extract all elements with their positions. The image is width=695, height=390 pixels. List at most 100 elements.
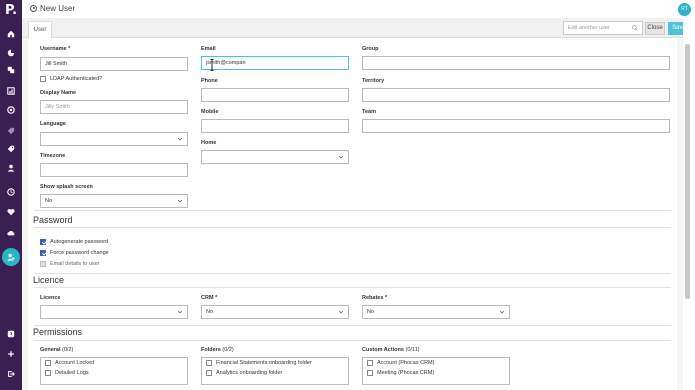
- rebates-value: No: [367, 309, 375, 315]
- group-label: Group: [362, 46, 379, 52]
- username-label: Username *: [40, 46, 71, 52]
- force-password-change-row[interactable]: Force password change: [40, 250, 109, 256]
- divider: [34, 325, 671, 326]
- autogenerate-password-checkbox[interactable]: [40, 239, 46, 245]
- general-permissions-list: Account Locked Detailed Logs: [40, 357, 188, 385]
- chevron-down-icon: [177, 137, 183, 141]
- app-logo[interactable]: P.: [3, 3, 19, 18]
- heart-icon[interactable]: [7, 208, 15, 216]
- general-permissions-label: General (0/2): [40, 347, 74, 353]
- language-select[interactable]: [40, 132, 188, 146]
- scrollbar-thumb[interactable]: [685, 44, 690, 299]
- analytics-folder-checkbox[interactable]: [206, 370, 212, 376]
- folders-permissions-list: Financial Statements onboarding folder A…: [201, 357, 349, 385]
- analytics-icon[interactable]: [7, 106, 15, 114]
- folders-permissions-label: Folders (0/2): [201, 347, 234, 353]
- autogenerate-password-row[interactable]: Autogenerate password: [40, 239, 108, 245]
- chevron-down-icon: [177, 199, 183, 203]
- home-select[interactable]: [201, 150, 349, 164]
- licence-heading: Licence: [33, 275, 65, 285]
- add-icon[interactable]: [7, 350, 15, 358]
- display-name-input[interactable]: Jilly Smith: [40, 100, 188, 114]
- chevron-down-icon: [338, 310, 344, 314]
- report-icon[interactable]: [7, 87, 15, 95]
- avatar[interactable]: RT: [678, 3, 691, 16]
- splash-screen-select[interactable]: No: [40, 194, 188, 208]
- financial-statements-checkbox[interactable]: [206, 360, 212, 366]
- cloud-icon[interactable]: [7, 229, 15, 237]
- tab-bar: User Edit another user Close Save: [22, 18, 683, 38]
- list-item[interactable]: Analytics onboarding folder: [202, 368, 348, 378]
- username-input[interactable]: Jill Smith: [40, 57, 188, 71]
- divider: [34, 227, 671, 228]
- crm-value: No: [206, 309, 214, 315]
- permissions-heading: Permissions: [33, 327, 83, 337]
- group-input[interactable]: [362, 56, 670, 70]
- edit-another-user-placeholder: Edit another user: [568, 25, 610, 31]
- force-password-change-checkbox[interactable]: [40, 250, 46, 256]
- email-label: Email: [201, 46, 216, 52]
- help-icon[interactable]: [7, 330, 15, 338]
- timezone-input[interactable]: [40, 163, 188, 177]
- splash-screen-value: No: [45, 198, 53, 204]
- home-label: Home: [201, 140, 217, 146]
- edit-another-user-input[interactable]: Edit another user: [563, 21, 643, 35]
- mobile-label: Mobile: [201, 109, 219, 115]
- detailed-logs-checkbox[interactable]: [45, 370, 51, 376]
- divider: [34, 210, 671, 211]
- email-details-row: Email details to user: [40, 261, 100, 267]
- phone-label: Phone: [201, 78, 218, 84]
- text-cursor-icon: [210, 59, 214, 71]
- divider: [34, 287, 671, 288]
- crm-label: CRM *: [201, 295, 218, 301]
- layers-icon[interactable]: [7, 66, 15, 74]
- email-details-label: Email details to user: [50, 261, 100, 267]
- divider: [34, 340, 671, 341]
- rebates-select[interactable]: No: [362, 305, 510, 319]
- history-icon[interactable]: [7, 188, 15, 196]
- tag-icon[interactable]: [7, 127, 15, 135]
- page-title-text: New User: [40, 4, 76, 13]
- list-item[interactable]: Account Locked: [41, 358, 187, 368]
- tab-user[interactable]: User: [28, 21, 52, 38]
- email-input[interactable]: jsmith@compan: [201, 56, 349, 70]
- email-details-checkbox: [40, 261, 46, 267]
- custom-actions-list: Account (Phocas CRM) Meeting (Phocas CRM…: [362, 357, 510, 385]
- timezone-label: Timezone: [40, 153, 66, 159]
- licence-select[interactable]: [40, 305, 188, 319]
- user-form: Username * Jill Smith LDAP Authenticated…: [28, 38, 677, 390]
- ldap-checkbox[interactable]: [40, 76, 46, 82]
- home-icon[interactable]: [7, 30, 15, 38]
- page-title: New User: [30, 4, 75, 13]
- chart-icon[interactable]: [7, 49, 15, 57]
- phone-input[interactable]: [201, 88, 349, 102]
- force-password-change-label: Force password change: [50, 250, 109, 256]
- logout-icon[interactable]: [7, 370, 15, 378]
- ldap-checkbox-row[interactable]: LDAP Authenticated?: [40, 76, 102, 82]
- team-input[interactable]: [362, 119, 670, 133]
- user-circle-icon: [30, 5, 37, 12]
- list-item[interactable]: Financial Statements onboarding folder: [202, 358, 348, 368]
- meeting-crm-checkbox[interactable]: [367, 370, 373, 376]
- rebates-label: Rebates *: [362, 295, 388, 301]
- display-name-label: Display Name: [40, 90, 77, 96]
- list-item[interactable]: Account (Phocas CRM): [363, 358, 509, 368]
- splash-screen-label: Show splash screen: [40, 184, 93, 190]
- save-button[interactable]: Save: [668, 22, 683, 35]
- person-icon[interactable]: [7, 164, 15, 172]
- user-settings-icon[interactable]: [2, 248, 20, 266]
- territory-label: Territory: [362, 78, 385, 84]
- territory-input[interactable]: [362, 88, 670, 102]
- account-crm-checkbox[interactable]: [367, 360, 373, 366]
- mobile-input[interactable]: [201, 119, 349, 133]
- team-label: Team: [362, 109, 376, 115]
- chevron-down-icon: [499, 310, 505, 314]
- list-item[interactable]: Meeting (Phocas CRM): [363, 368, 509, 378]
- close-button[interactable]: Close: [645, 22, 665, 35]
- crm-select[interactable]: No: [201, 305, 349, 319]
- account-locked-checkbox[interactable]: [45, 360, 51, 366]
- list-item[interactable]: Detailed Logs: [41, 368, 187, 378]
- tag-alt-icon[interactable]: [7, 145, 15, 153]
- language-label: Language: [40, 121, 66, 127]
- search-icon: [632, 25, 638, 31]
